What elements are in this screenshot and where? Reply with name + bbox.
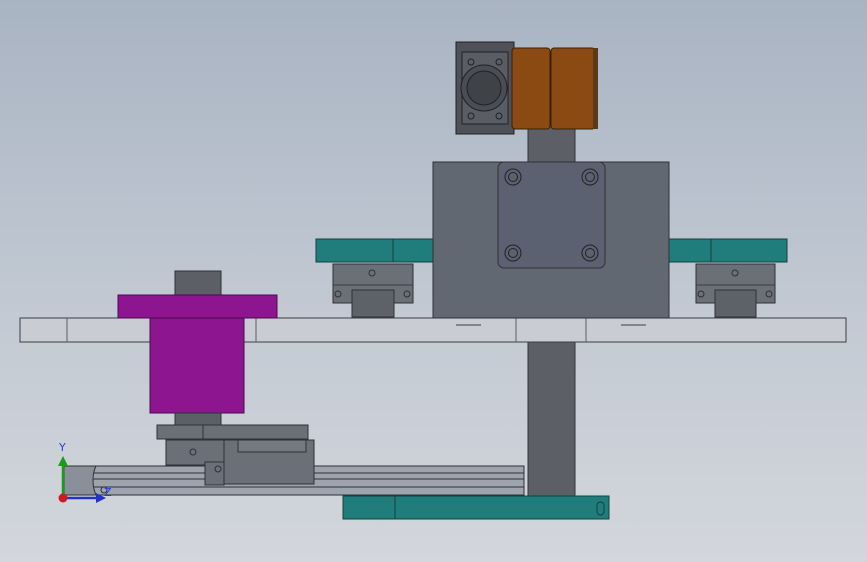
teal-rail-right[interactable] (665, 238, 788, 263)
cad-viewport[interactable]: Y Z (0, 0, 867, 562)
triad-y-label: Y (59, 441, 66, 454)
flange-bolt (581, 244, 599, 262)
assembly-drawing[interactable] (0, 0, 867, 562)
carriage-top-plate[interactable] (156, 424, 309, 440)
coupling-copper-1[interactable] (511, 47, 551, 130)
guide-block-left[interactable] (332, 263, 414, 318)
coupling-end (593, 48, 598, 129)
left-shaft-top[interactable] (174, 270, 222, 297)
purple-flange[interactable] (117, 294, 278, 319)
flange-bolt (581, 168, 599, 186)
teal-rail-left[interactable] (315, 238, 437, 263)
flange-bolt (504, 244, 522, 262)
coupling-copper-2[interactable] (550, 47, 596, 130)
bottom-teal-bar[interactable] (342, 495, 610, 520)
guide-block-right[interactable] (695, 263, 776, 318)
motor-housing[interactable] (455, 41, 515, 135)
flange-bolt (504, 168, 522, 186)
rail-end-profile (63, 465, 97, 496)
main-plate[interactable] (19, 317, 847, 343)
left-shaft-bottom[interactable] (174, 412, 222, 426)
triad-z-label: Z (104, 486, 112, 499)
purple-cylinder[interactable] (149, 317, 245, 414)
